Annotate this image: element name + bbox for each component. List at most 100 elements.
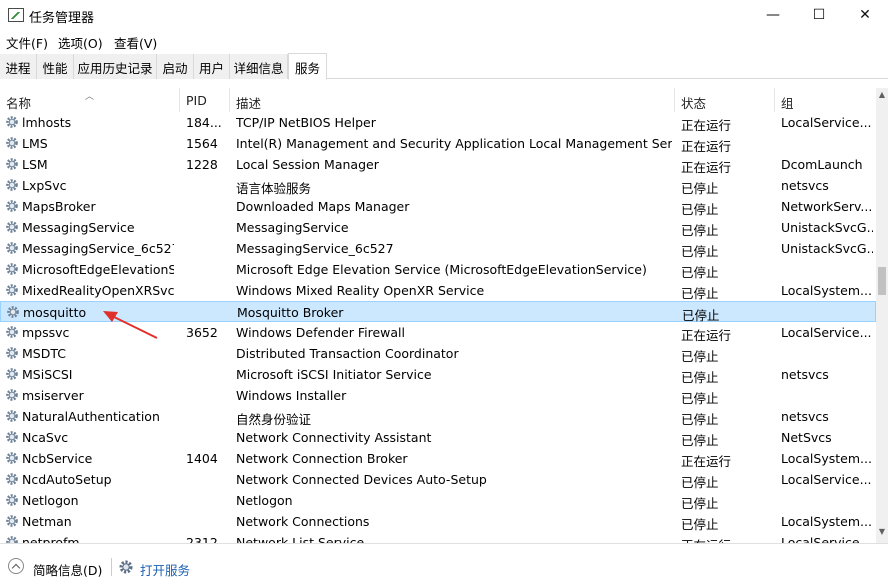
service-pid: 3652 bbox=[186, 325, 218, 340]
table-row[interactable]: NaturalAuthentication 自然身份验证 已停止 netsvcs bbox=[0, 406, 876, 427]
table-row[interactable]: Netlogon Netlogon 已停止 bbox=[0, 490, 876, 511]
service-group: LocalSystem... bbox=[781, 283, 872, 298]
task-manager-icon bbox=[8, 8, 24, 22]
service-name: MessagingService_6c527 bbox=[22, 241, 174, 256]
table-row[interactable]: MapsBroker Downloaded Maps Manager 已停止 Netw… bbox=[0, 196, 876, 217]
service-description: Netlogon bbox=[236, 493, 293, 508]
service-description: Network Connections bbox=[236, 514, 370, 529]
table-row[interactable]: MixedRealityOpenXRSvc Windows Mixed Reali… bbox=[0, 280, 876, 301]
service-name: MSDTC bbox=[22, 346, 66, 361]
tab-processes[interactable]: 进程 bbox=[0, 54, 37, 79]
minimize-button[interactable]: — bbox=[750, 0, 796, 30]
column-header-status[interactable]: 状态 bbox=[675, 88, 775, 112]
service-status: 已停止 bbox=[681, 433, 719, 448]
tab-details[interactable]: 详细信息 bbox=[230, 54, 288, 79]
service-description: 自然身份验证 bbox=[236, 412, 312, 427]
footer-divider bbox=[111, 558, 112, 576]
service-status: 正在运行 bbox=[681, 160, 732, 175]
table-row[interactable]: mosquitto Mosquitto Broker 已停止 bbox=[0, 301, 876, 323]
column-header-description[interactable]: 描述 bbox=[230, 88, 675, 112]
service-description: Windows Installer bbox=[236, 388, 347, 403]
close-button[interactable]: ✕ bbox=[842, 0, 888, 30]
column-header-name[interactable]: 名称 ︿ bbox=[0, 88, 180, 112]
service-name: mpssvc bbox=[22, 325, 70, 340]
table-row[interactable]: NcbService 1404 Network Connection Broker 正… bbox=[0, 448, 876, 469]
service-pid: 1228 bbox=[186, 157, 218, 172]
footer-bar: 简略信息(D) 打开服务 bbox=[0, 543, 888, 582]
tab-users[interactable]: 用户 bbox=[194, 54, 230, 79]
column-header-pid[interactable]: PID bbox=[180, 88, 230, 112]
table-row[interactable]: NcaSvc Network Connectivity Assistant 已停止 N… bbox=[0, 427, 876, 448]
maximize-button[interactable]: ☐ bbox=[796, 0, 842, 30]
service-group: NetworkServ... bbox=[781, 199, 873, 214]
table-row[interactable]: LxpSvc 语言体验服务 已停止 netsvcs bbox=[0, 175, 876, 196]
service-group: netsvcs bbox=[781, 367, 829, 382]
service-status: 已停止 bbox=[681, 517, 719, 532]
service-status: 正在运行 bbox=[681, 454, 732, 469]
table-row[interactable]: MessagingService_6c527 MessagingService_6… bbox=[0, 238, 876, 259]
table-row[interactable]: mpssvc 3652 Windows Defender Firewall 正在运行 L… bbox=[0, 322, 876, 343]
service-name: NcaSvc bbox=[22, 430, 69, 445]
service-description: Mosquitto Broker bbox=[237, 305, 344, 320]
table-row[interactable]: Netman Network Connections 已停止 LocalSystem.… bbox=[0, 511, 876, 532]
service-description: TCP/IP NetBIOS Helper bbox=[236, 115, 376, 130]
service-description: Windows Mixed Reality OpenXR Service bbox=[236, 283, 485, 298]
service-status: 已停止 bbox=[681, 223, 719, 238]
column-header-group[interactable]: 组 bbox=[775, 88, 876, 112]
table-row[interactable]: NcdAutoSetup Network Connected Devices Au… bbox=[0, 469, 876, 490]
menu-view[interactable]: 查看(V) bbox=[114, 33, 157, 52]
table-row[interactable]: LSM 1228 Local Session Manager 正在运行 DcomLaun… bbox=[0, 154, 876, 175]
service-group: LocalService... bbox=[781, 325, 872, 340]
chevron-up-icon[interactable] bbox=[8, 558, 24, 574]
window-title: 任务管理器 bbox=[29, 11, 95, 26]
service-description: 语言体验服务 bbox=[236, 181, 312, 196]
service-description: Network Connectivity Assistant bbox=[236, 430, 432, 445]
service-status: 正在运行 bbox=[681, 118, 732, 133]
table-row[interactable]: MessagingService MessagingService 已停止 Unist… bbox=[0, 217, 876, 238]
column-header-name-label: 名称 bbox=[6, 96, 32, 111]
service-status: 已停止 bbox=[681, 370, 719, 385]
title-bar: 任务管理器 — ☐ ✕ bbox=[0, 0, 888, 30]
tab-startup[interactable]: 启动 bbox=[157, 54, 194, 79]
service-status: 已停止 bbox=[681, 412, 719, 427]
open-services-link[interactable]: 打开服务 bbox=[140, 560, 190, 579]
service-status: 已停止 bbox=[681, 265, 719, 280]
service-name: LxpSvc bbox=[22, 178, 67, 193]
service-status: 正在运行 bbox=[681, 535, 771, 543]
service-name: NcbService bbox=[22, 451, 93, 466]
service-description: Local Session Manager bbox=[236, 157, 379, 172]
service-status: 已停止 bbox=[681, 391, 719, 406]
service-name: mosquitto bbox=[23, 305, 87, 320]
service-group: UnistackSvcG... bbox=[781, 241, 873, 256]
table-row[interactable]: LMS 1564 Intel(R) Management and Security … bbox=[0, 133, 876, 154]
services-table: 名称 ︿ PID 描述 状态 组 lmhosts 184... TCP/IP Net… bbox=[0, 88, 888, 543]
table-row[interactable]: MicrosoftEdgeElevationS... Microsoft Edge… bbox=[0, 259, 876, 280]
menu-bar: 文件(F) 选项(O) 查看(V) bbox=[0, 30, 888, 52]
service-status: 已停止 bbox=[681, 286, 719, 301]
scrollbar-thumb[interactable] bbox=[878, 267, 886, 295]
service-name: lmhosts bbox=[22, 115, 72, 130]
tab-services[interactable]: 服务 bbox=[288, 53, 327, 80]
service-group: LocalService... bbox=[781, 535, 872, 543]
brief-info-link[interactable]: 简略信息(D) bbox=[33, 560, 102, 579]
table-row[interactable]: lmhosts 184... TCP/IP NetBIOS Helper 正在运行 Lo… bbox=[0, 112, 876, 133]
service-description: Intel(R) Management and Security Applica… bbox=[236, 136, 672, 151]
tab-performance[interactable]: 性能 bbox=[37, 54, 74, 79]
table-row[interactable]: msiserver Windows Installer 已停止 bbox=[0, 385, 876, 406]
menu-options[interactable]: 选项(O) bbox=[58, 33, 103, 52]
service-status: 正在运行 bbox=[681, 328, 732, 343]
service-name: NaturalAuthentication bbox=[22, 409, 160, 424]
vertical-scrollbar[interactable]: ▲ ▼ bbox=[876, 88, 888, 543]
table-row[interactable]: netprofm 2312 Network List Service 正在运行 Loca… bbox=[0, 532, 876, 543]
sort-ascending-icon: ︿ bbox=[85, 92, 95, 102]
table-row[interactable]: MSiSCSI Microsoft iSCSI Initiator Service… bbox=[0, 364, 876, 385]
service-group: netsvcs bbox=[781, 178, 829, 193]
service-description: MessagingService bbox=[236, 220, 349, 235]
table-header: 名称 ︿ PID 描述 状态 组 bbox=[0, 88, 876, 112]
scroll-down-icon[interactable]: ▼ bbox=[876, 527, 888, 541]
menu-file[interactable]: 文件(F) bbox=[6, 33, 48, 52]
tab-app-history[interactable]: 应用历史记录 bbox=[74, 54, 157, 79]
service-description: Distributed Transaction Coordinator bbox=[236, 346, 459, 361]
scroll-up-icon[interactable]: ▲ bbox=[876, 90, 888, 104]
table-row[interactable]: MSDTC Distributed Transaction Coordinator… bbox=[0, 343, 876, 364]
